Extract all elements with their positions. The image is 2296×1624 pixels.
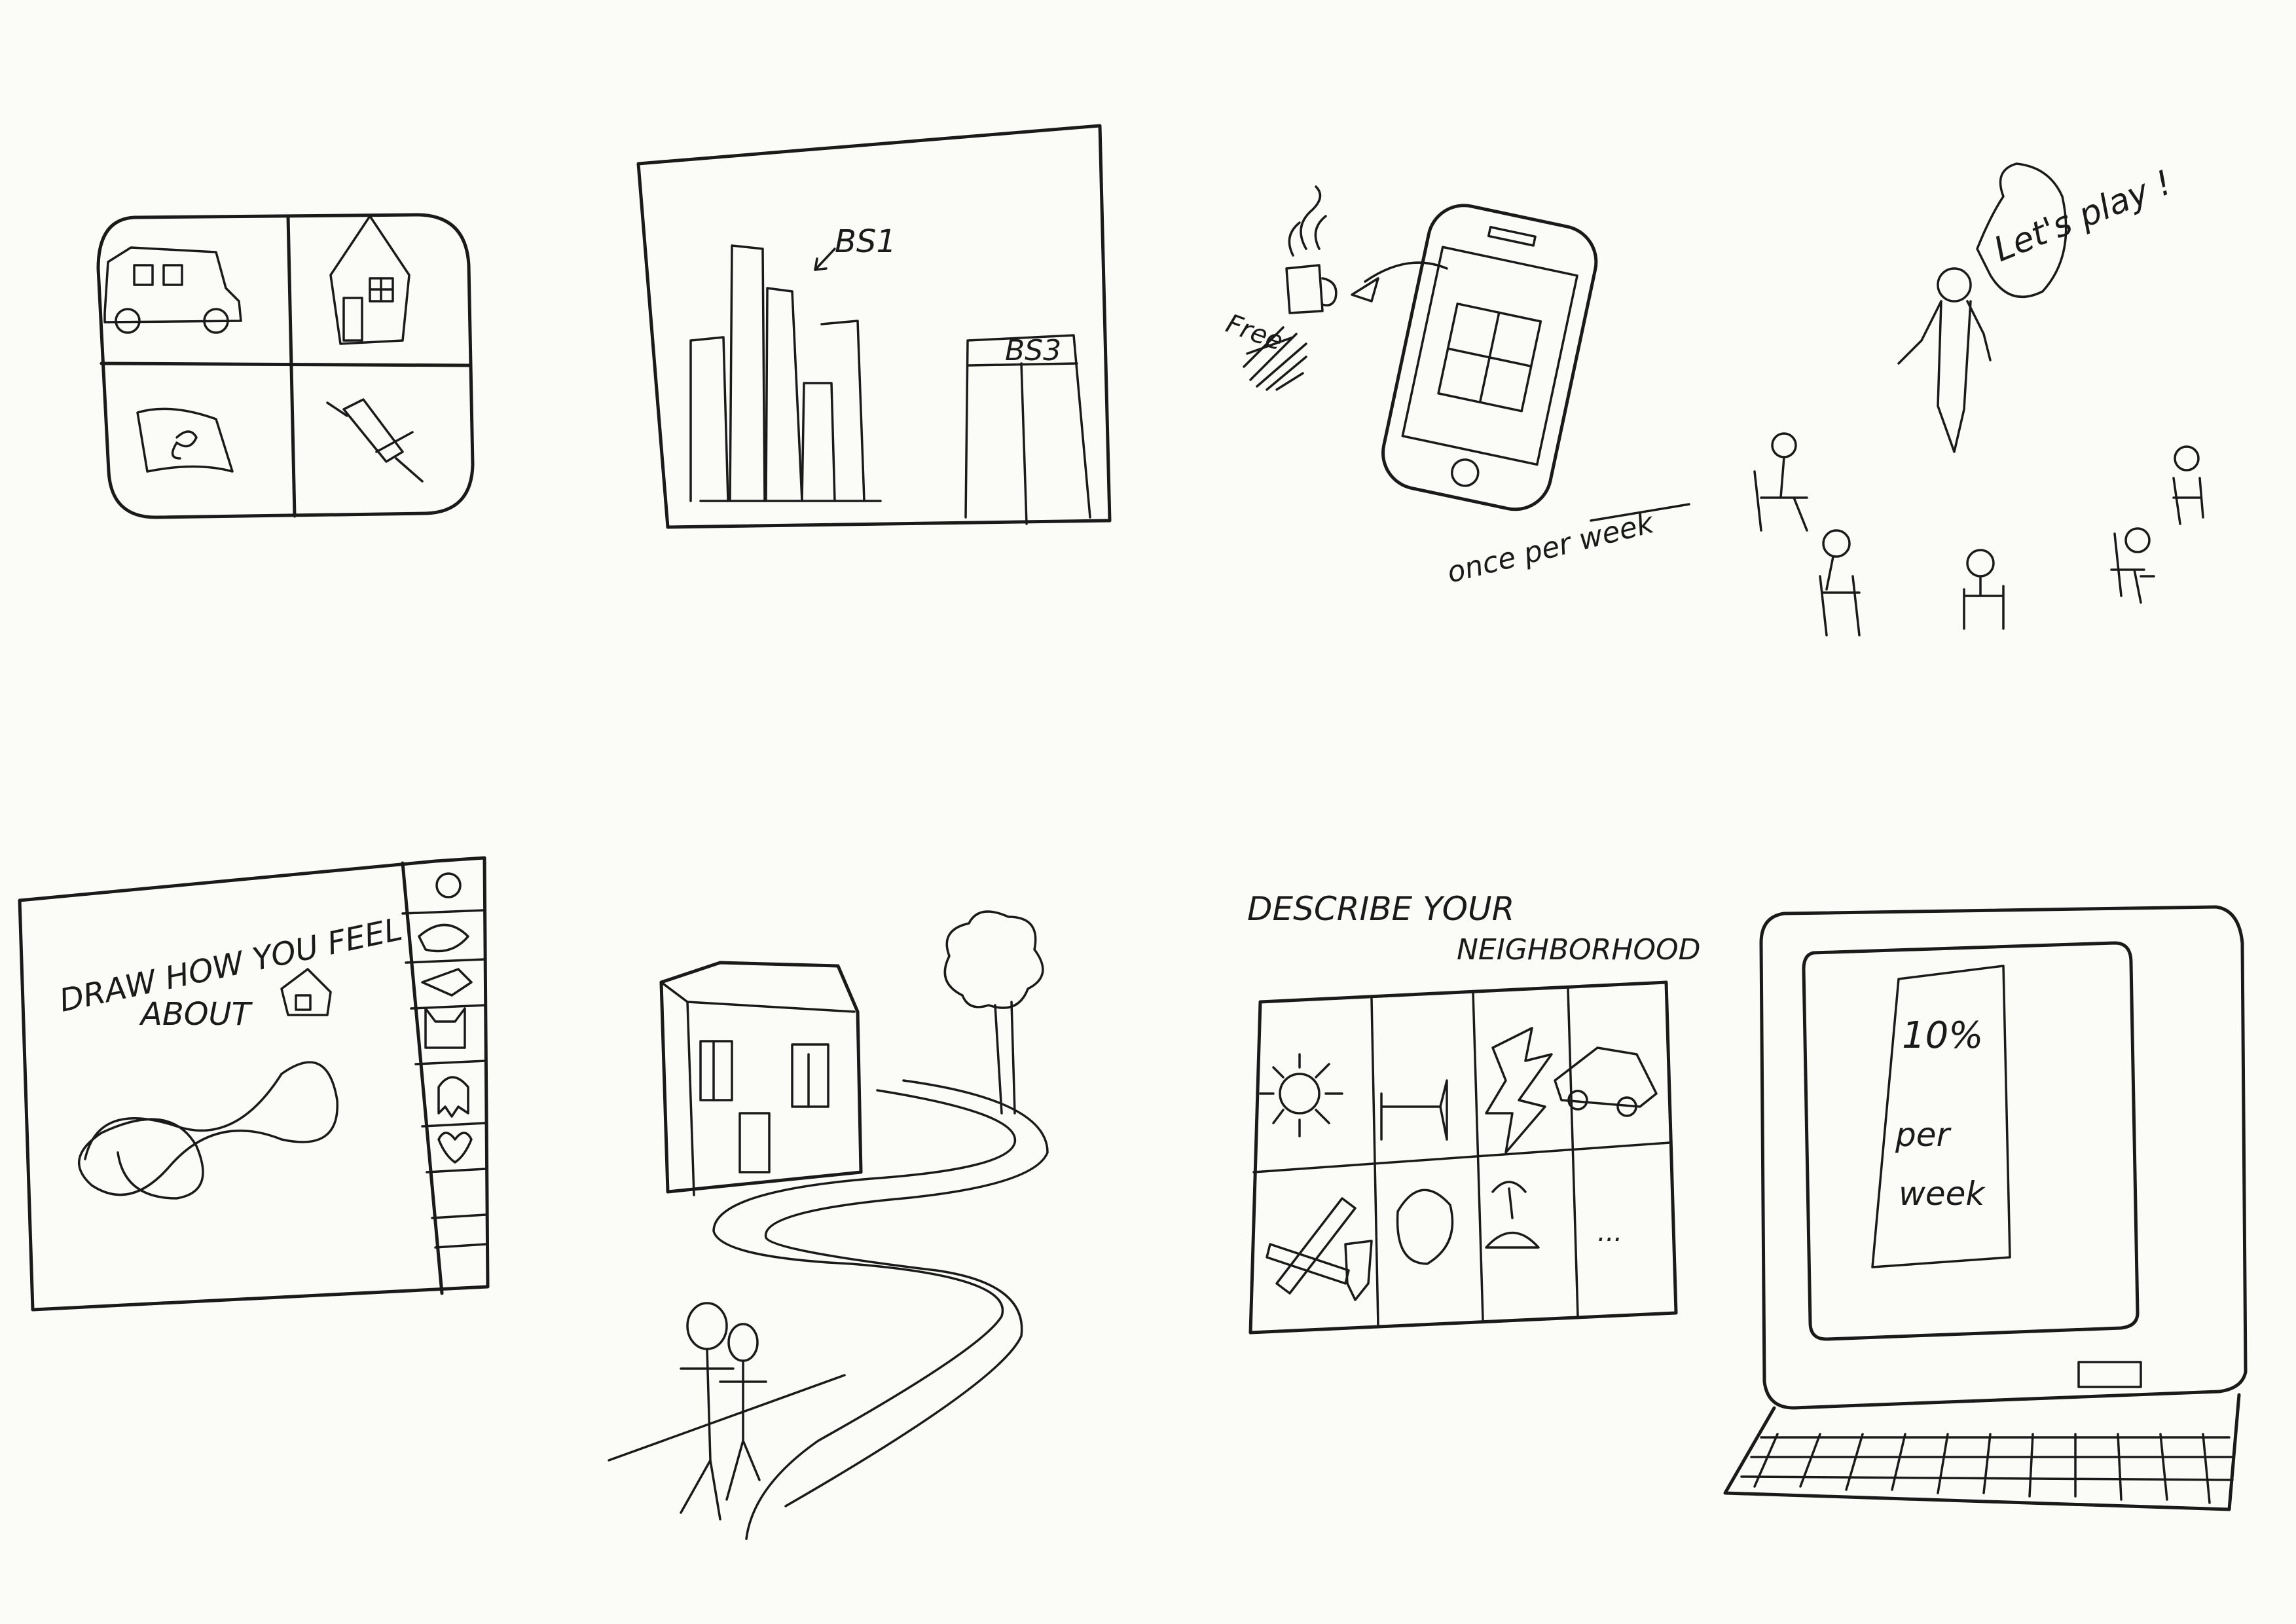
prompt-line2: ABOUT <box>139 996 253 1033</box>
cat-face-icon <box>424 1007 466 1049</box>
sketch-house-path <box>608 910 1049 1540</box>
emotion-sidebar <box>401 872 487 1249</box>
sketch-bar-screen: BS1 BS3 <box>636 124 1112 529</box>
canvas-frame <box>18 856 490 1312</box>
fox-icon <box>421 968 473 997</box>
smartphone-icon <box>1381 204 1598 511</box>
seated-person-icon <box>1753 432 1808 532</box>
person-standing-icon <box>1897 267 1992 453</box>
disk-slot <box>2077 1361 2142 1388</box>
island-icon <box>1485 1181 1540 1249</box>
sidebar-divider <box>401 861 444 1295</box>
tree-icon <box>943 910 1044 1115</box>
seated-person-icon <box>1819 529 1861 637</box>
house-icon <box>280 968 332 1016</box>
tools-icon <box>1266 1197 1357 1295</box>
label-frequency: once per week <box>1444 506 1658 590</box>
seated-person-icon <box>1963 549 2005 630</box>
winding-path <box>712 1089 1017 1540</box>
more-indicator: ... <box>1597 1217 1622 1247</box>
person-icon <box>719 1323 767 1501</box>
person-icon <box>680 1302 735 1521</box>
house-icon <box>659 961 863 1194</box>
smiley-face-icon <box>435 872 462 898</box>
angry-face-icon <box>418 923 469 953</box>
car-icon <box>103 246 242 334</box>
seated-person-icon <box>2110 527 2155 604</box>
speech-text: Let's play ! <box>1988 163 2177 270</box>
label-bs3: BS3 <box>1005 334 1061 367</box>
prompt-line1: DESCRIBE YOUR <box>1247 890 1514 928</box>
bar <box>729 244 766 502</box>
bar <box>765 287 803 502</box>
lightning-icon <box>1485 1027 1553 1154</box>
sketch-phone-game: Free once per week Let's play ! <box>1222 162 2204 637</box>
prompt-line2: NEIGHBORHOOD <box>1457 933 1701 967</box>
heart-icon <box>437 1132 473 1164</box>
result-line3: week <box>1899 1175 1986 1213</box>
keyboard-icon <box>1723 1393 2241 1511</box>
ghost-icon <box>437 1076 469 1118</box>
tablet-horizontal-divider <box>100 361 472 367</box>
seated-person-icon <box>2172 445 2204 525</box>
result-line2: per <box>1895 1116 1952 1154</box>
screen-frame <box>636 124 1112 529</box>
money-icon <box>136 407 234 473</box>
label-bs1: BS1 <box>835 223 896 260</box>
sketch-sheet: BS1 BS3 Free once per week Let's play ! … <box>18 124 2248 1540</box>
sketch-tablet-icon-grid <box>96 213 475 519</box>
monster-face-icon <box>1396 1189 1454 1265</box>
house-icon <box>329 215 410 345</box>
bar <box>801 382 836 502</box>
syringe-icon <box>326 398 424 483</box>
result-value: 10% <box>1902 1014 1983 1057</box>
monitor-screen <box>1802 941 2140 1341</box>
label-free: Free <box>1222 308 1287 357</box>
sun-icon <box>1259 1053 1343 1137</box>
sketch-draw-feelings: DRAW HOW YOU FEEL ABOUT <box>18 856 490 1312</box>
sketch-neighborhood-grid: DESCRIBE YOUR NEIGHBORHOOD ... <box>1247 890 1701 1335</box>
bar <box>689 336 729 502</box>
coffee-cup-icon <box>1285 185 1338 314</box>
freehand-drawing <box>78 1061 338 1200</box>
sketch-desktop-computer: 10% per week <box>1723 905 2248 1511</box>
bed-icon <box>1380 1079 1448 1141</box>
bar <box>820 320 866 502</box>
